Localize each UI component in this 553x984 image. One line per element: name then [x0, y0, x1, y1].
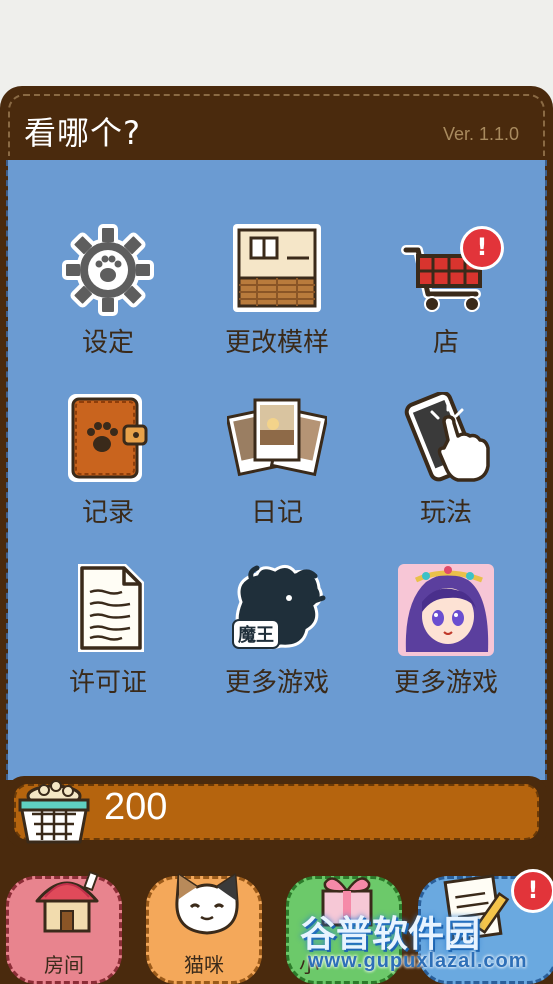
coin-count: 200 — [104, 786, 168, 828]
maou-game-logo-icon: 魔王 — [227, 562, 327, 657]
menu-label-more-games-1: 更多游戏 — [224, 668, 329, 698]
maou-logo-text: 魔王 — [238, 624, 274, 646]
phone-tap-icon — [396, 390, 496, 487]
menu-item-change-pattern[interactable]: 更改模样 — [207, 222, 347, 372]
menu-item-more-games-2[interactable]: 更多游戏 — [376, 562, 516, 712]
shop-alert-badge: ! — [460, 226, 504, 270]
menu-item-settings[interactable]: 设定 — [38, 222, 178, 372]
menu-item-records[interactable]: 记录 — [38, 392, 178, 542]
nav-room-label: 房间 — [44, 953, 84, 977]
nav-cats-button[interactable]: 猫咪 — [146, 873, 262, 984]
menu-item-license[interactable]: 许可证 — [38, 562, 178, 712]
nav-room-button[interactable]: 房间 — [6, 870, 122, 984]
version-label: Ver. 1.1.0 — [442, 124, 519, 144]
nav-cats-label: 猫咪 — [184, 953, 224, 977]
menu-item-more-games-1[interactable]: 魔王 更多游戏 — [207, 562, 347, 712]
photos-icon — [225, 392, 329, 487]
coin-bar-inner — [14, 784, 539, 840]
menu-label-more-games-2: 更多游戏 — [393, 668, 498, 698]
menu-grid: 设定 更改模样 ! 店 记录 日记 玩法 许可证 魔王 更多游戏 更多游戏 — [6, 160, 547, 780]
room-pattern-icon — [227, 222, 327, 317]
notebook-paw-icon — [58, 392, 158, 487]
menu-label-diary: 日记 — [250, 498, 303, 528]
gear-paw-icon — [58, 222, 158, 317]
menu-label-how-to-play: 玩法 — [419, 498, 472, 528]
anime-girl-game-icon — [396, 562, 496, 657]
menu-label-change-pattern: 更改模样 — [224, 328, 329, 358]
watermark-url: www.gupuxlazal.com — [308, 950, 528, 972]
menu-item-how-to-play[interactable]: 玩法 — [376, 390, 516, 542]
menu-item-diary[interactable]: 日记 — [207, 392, 347, 542]
menu-item-shop[interactable]: ! 店 — [376, 222, 516, 372]
menu-label-settings: 设定 — [81, 328, 134, 358]
document-icon — [58, 562, 158, 657]
menu-label-license: 许可证 — [68, 668, 147, 698]
cat-face-icon — [169, 871, 245, 941]
nav-alert-badge: ! — [511, 869, 553, 913]
house-icon — [31, 867, 103, 941]
food-basket-icon — [16, 780, 92, 846]
menu-label-records: 记录 — [81, 498, 134, 528]
menu-label-shop: 店 — [432, 328, 459, 358]
page-title: 看哪个? — [24, 114, 141, 152]
